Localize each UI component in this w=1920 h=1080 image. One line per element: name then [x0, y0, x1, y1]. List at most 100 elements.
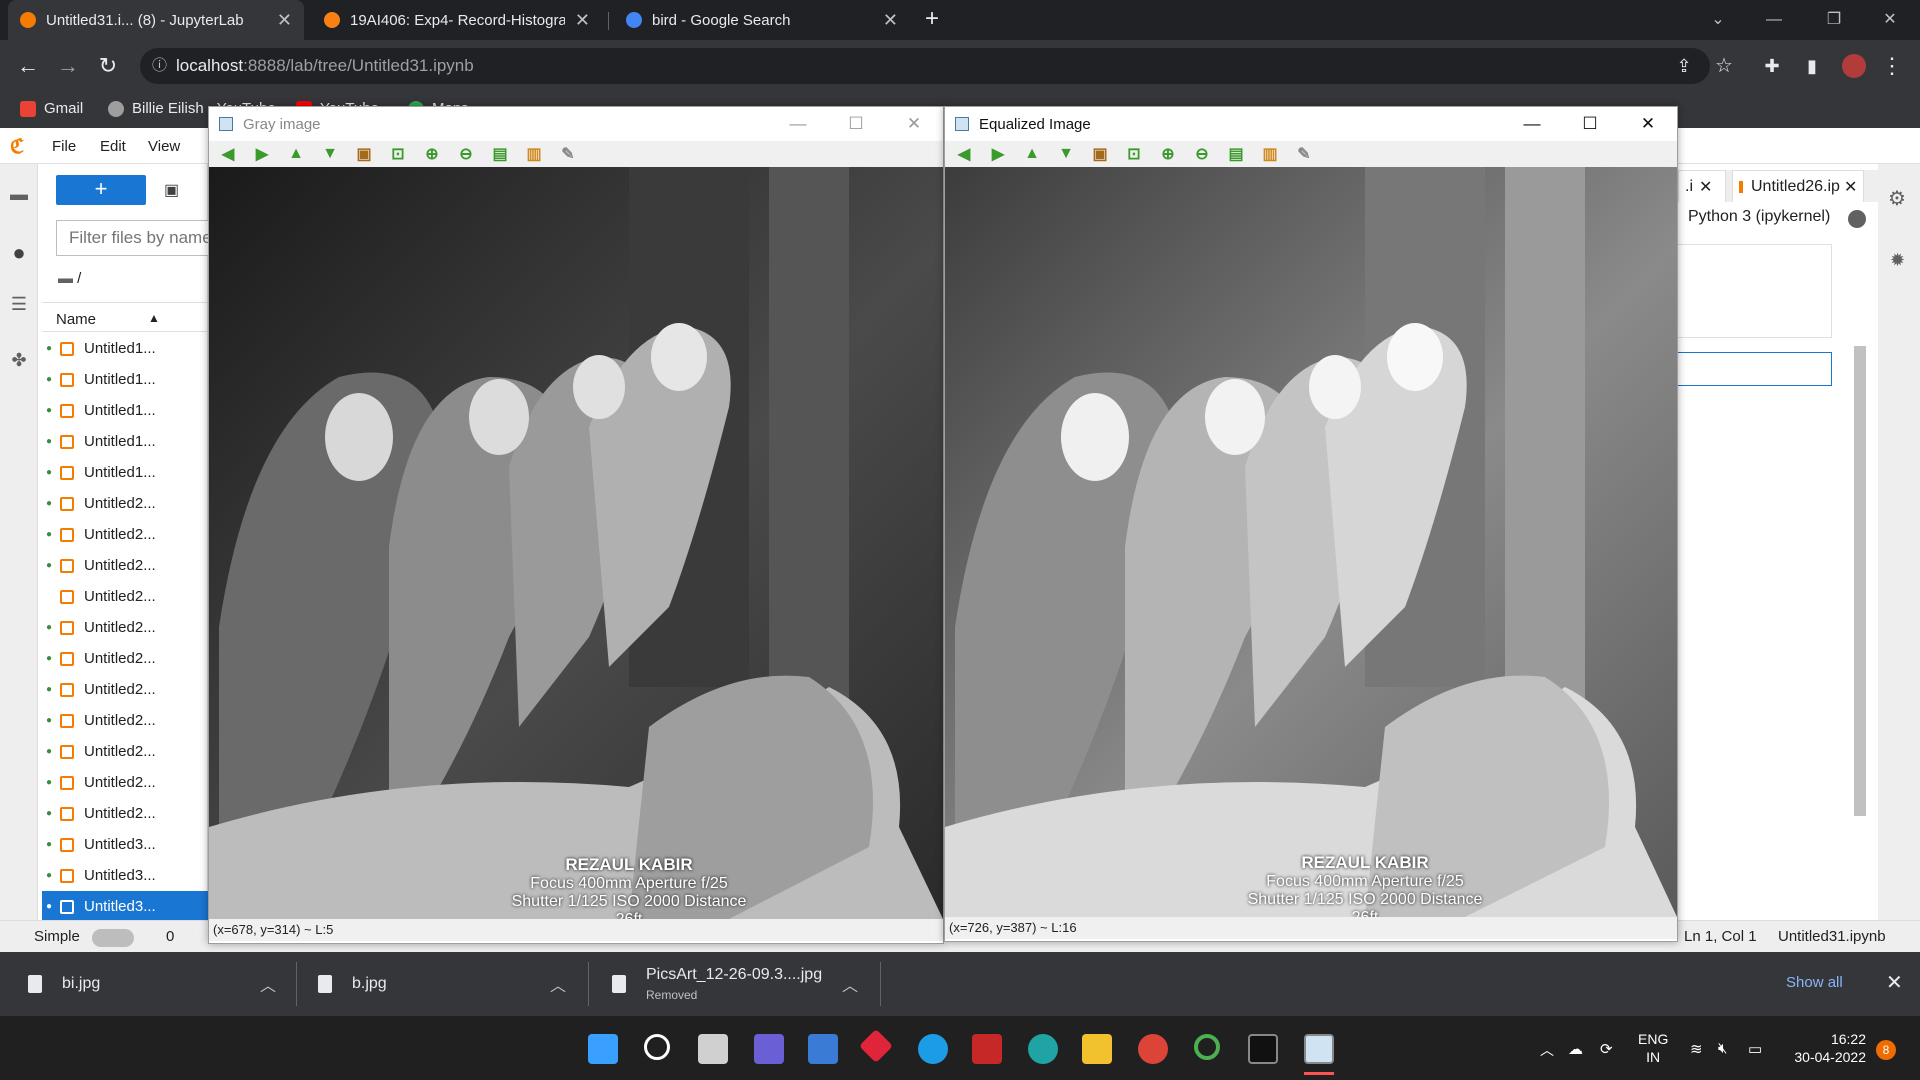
folder-icon[interactable]: ▬	[8, 184, 30, 206]
zoom-in-icon[interactable]: ⊕	[1157, 144, 1179, 164]
pan-up-icon[interactable]: ▲	[1021, 144, 1043, 164]
notebook-tab-untitled26[interactable]: Untitled26.ip ✕	[1732, 170, 1864, 202]
file-row[interactable]: ● Untitled2...	[42, 519, 208, 550]
close-icon[interactable]: ✕	[1844, 177, 1857, 197]
gray-image-canvas[interactable]: REZAUL KABIR Focus 400mm Aperture f/25 S…	[209, 167, 943, 919]
file-row[interactable]: ● Untitled2...	[42, 798, 208, 829]
zoom-fit-icon[interactable]: ⊡	[1123, 144, 1145, 164]
close-downloads-icon[interactable]: ✕	[1886, 970, 1903, 995]
notebook-cell[interactable]	[1678, 244, 1832, 338]
minimize-icon[interactable]: —	[769, 107, 827, 141]
chrome-icon[interactable]	[1138, 1034, 1168, 1064]
close-tab-icon[interactable]: ✕	[575, 10, 590, 31]
battery-icon[interactable]: ▭	[1748, 1040, 1762, 1058]
side-panel-icon[interactable]: ▮	[1796, 52, 1828, 80]
download-item[interactable]: bi.jpg ︿	[28, 952, 290, 1016]
file-row[interactable]: ● Untitled3...	[42, 891, 208, 922]
file-row[interactable]: ● Untitled1...	[42, 395, 208, 426]
file-row[interactable]: ● Untitled1...	[42, 364, 208, 395]
close-tab-icon[interactable]: ✕	[883, 10, 898, 31]
start-windows-icon[interactable]	[588, 1034, 618, 1064]
notebook-tab-truncated[interactable]: .i ✕	[1678, 170, 1726, 202]
save-icon[interactable]: ▤	[1225, 144, 1247, 164]
file-row[interactable]: ● Untitled2...	[42, 767, 208, 798]
terminal-icon[interactable]	[1248, 1034, 1278, 1064]
active-cell-input[interactable]	[1678, 352, 1832, 386]
forward-icon[interactable]: →	[52, 52, 84, 80]
file-row[interactable]: ● Untitled2...	[42, 705, 208, 736]
running-sessions-icon[interactable]: ●	[8, 240, 30, 265]
file-row[interactable]: ● Untitled3...	[42, 860, 208, 891]
properties-icon[interactable]: ▥	[523, 144, 545, 164]
restore-icon[interactable]: ❐	[1806, 0, 1862, 40]
chevron-up-icon[interactable]: ︿	[260, 972, 276, 996]
maximize-icon[interactable]: ☐	[1561, 107, 1619, 141]
property-inspector-icon[interactable]: ⚙	[1888, 186, 1906, 211]
extensions-icon[interactable]: ✚	[1756, 52, 1788, 80]
new-folder-icon[interactable]: ▣	[164, 180, 179, 200]
window-titlebar[interactable]: Equalized Image — ☐ ✕	[945, 107, 1677, 141]
file-row[interactable]: ● Untitled1...	[42, 333, 208, 364]
kernel-name[interactable]: Python 3 (ipykernel)	[1688, 208, 1830, 226]
tab-google-search[interactable]: bird - Google Search ✕	[614, 0, 910, 40]
breadcrumb[interactable]: ▬ /	[58, 270, 81, 287]
show-hidden-icons-icon[interactable]: ︿	[1540, 1040, 1554, 1060]
zoom-in-icon[interactable]: ⊕	[421, 144, 443, 164]
reload-icon[interactable]: ↻	[92, 52, 124, 80]
onedrive-icon[interactable]: ☁	[1568, 1040, 1583, 1058]
zoom-out-icon[interactable]: ⊖	[455, 144, 477, 164]
bookmark-gmail[interactable]: Gmail	[20, 100, 83, 117]
name-column-header[interactable]: Name ▲	[42, 302, 208, 332]
anaconda-icon[interactable]	[1194, 1034, 1220, 1060]
pan-left-icon[interactable]: ◀	[217, 144, 239, 164]
file-row[interactable]: ● Untitled2...	[42, 736, 208, 767]
scrollbar-thumb[interactable]	[1854, 346, 1866, 816]
file-row[interactable]: ● Untitled2...	[42, 612, 208, 643]
gray-image-window[interactable]: Gray image — ☐ ✕ ◀ ▶ ▲ ▼ ▣ ⊡ ⊕ ⊖ ▤ ▥ ✎ R…	[208, 106, 944, 944]
speaker-muted-icon[interactable]: 🔇︎	[1718, 1040, 1727, 1057]
simple-mode-toggle[interactable]	[92, 929, 134, 947]
save-icon[interactable]: ▤	[489, 144, 511, 164]
close-icon[interactable]: ✕	[1699, 177, 1712, 197]
download-item[interactable]: PicsArt_12-26-09.3....jpg Removed ︿	[612, 952, 874, 1016]
more-menu-icon[interactable]: ⋮	[1876, 52, 1908, 80]
back-icon[interactable]: ←	[12, 52, 44, 80]
wifi-icon[interactable]: ≋	[1690, 1040, 1703, 1058]
zoom-x1-icon[interactable]: ▣	[1089, 144, 1111, 164]
address-bar[interactable]: ⓘ localhost:8888/lab/tree/Untitled31.ipy…	[140, 48, 1710, 84]
maximize-icon[interactable]: ☐	[827, 107, 885, 141]
tab-jupyterlab[interactable]: Untitled31.i... (8) - JupyterLab ✕	[8, 0, 304, 40]
filter-files-input[interactable]	[56, 220, 216, 256]
equalized-image-canvas[interactable]: REZAUL KABIR Focus 400mm Aperture f/25 S…	[945, 167, 1677, 917]
file-row[interactable]: ● Untitled2...	[42, 674, 208, 705]
new-launcher-button[interactable]: +	[56, 175, 146, 205]
file-row[interactable]: ● Untitled2...	[42, 550, 208, 581]
pan-up-icon[interactable]: ▲	[285, 144, 307, 164]
task-view-icon[interactable]	[698, 1034, 728, 1064]
help-icon[interactable]	[918, 1034, 948, 1064]
menu-edit[interactable]: Edit	[100, 138, 126, 155]
file-row[interactable]: ● Untitled3...	[42, 829, 208, 860]
zoom-fit-icon[interactable]: ⊡	[387, 144, 409, 164]
minimize-icon[interactable]: —	[1503, 107, 1561, 141]
file-row[interactable]: ● Untitled1...	[42, 426, 208, 457]
settings-brush-icon[interactable]: ✎	[1293, 144, 1315, 164]
sync-icon[interactable]: ⟳	[1600, 1040, 1613, 1058]
chevron-up-icon[interactable]: ︿	[550, 972, 566, 996]
menu-file[interactable]: File	[52, 138, 76, 155]
chevron-up-icon[interactable]: ︿	[842, 972, 858, 996]
zoom-x1-icon[interactable]: ▣	[353, 144, 375, 164]
mcafee-icon[interactable]	[972, 1034, 1002, 1064]
new-tab-button[interactable]: +	[918, 6, 946, 34]
bookmark-star-icon[interactable]: ☆	[1708, 52, 1740, 80]
site-info-icon[interactable]: ⓘ	[152, 48, 167, 84]
menu-view[interactable]: View	[148, 138, 180, 155]
debugger-icon[interactable]: ✹	[1890, 250, 1905, 271]
properties-icon[interactable]: ▥	[1259, 144, 1281, 164]
notification-badge[interactable]: 8	[1876, 1040, 1896, 1060]
close-icon[interactable]: ✕	[885, 107, 943, 141]
close-tab-icon[interactable]: ✕	[277, 10, 292, 31]
equalized-image-window[interactable]: Equalized Image — ☐ ✕ ◀ ▶ ▲ ▼ ▣ ⊡ ⊕ ⊖ ▤ …	[944, 106, 1678, 942]
pan-down-icon[interactable]: ▼	[319, 144, 341, 164]
file-row[interactable]: ● Untitled1...	[42, 457, 208, 488]
